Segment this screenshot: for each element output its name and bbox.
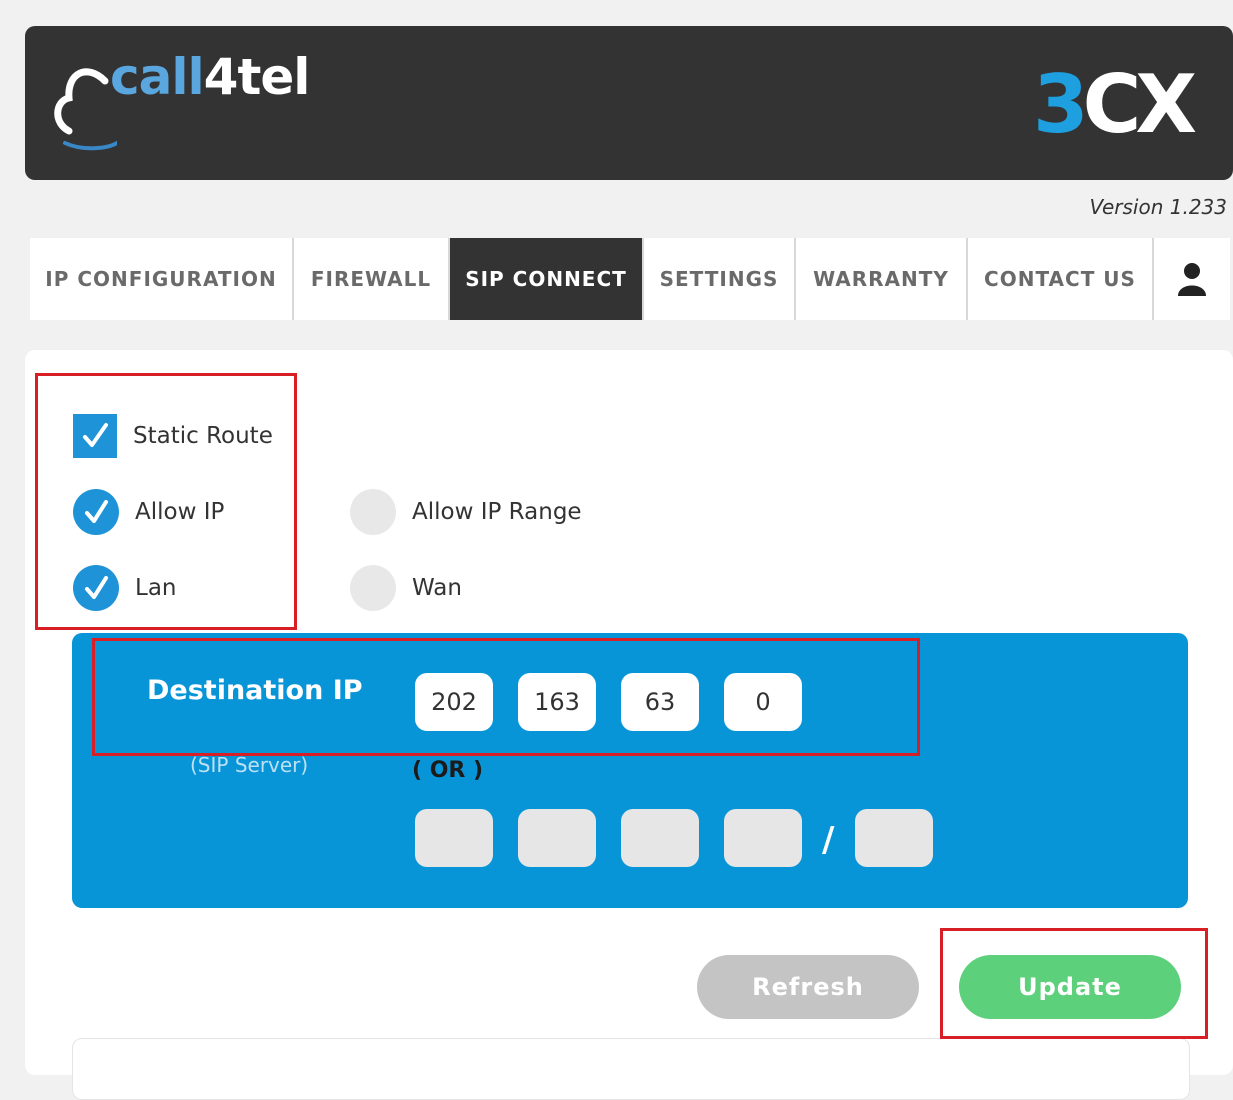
3cx-logo: 3CX xyxy=(1032,58,1197,151)
version-label: Version 1.233 xyxy=(1089,195,1227,219)
or-separator: ( OR ) xyxy=(412,758,484,783)
call4tel-logo xyxy=(47,48,117,158)
destination-ip-subtitle: (SIP Server) xyxy=(190,753,309,777)
range-octet-4-input[interactable] xyxy=(724,809,802,867)
cloud-swoosh-icon xyxy=(54,68,117,151)
main-nav-tabs: IP CONFIGURATION FIREWALL SIP CONNECT SE… xyxy=(30,238,1230,320)
cidr-slash: / xyxy=(822,820,835,860)
range-octet-2-input[interactable] xyxy=(518,809,596,867)
user-menu-button[interactable] xyxy=(1154,238,1230,320)
wan-label: Wan xyxy=(412,575,462,601)
tab-sip-connect[interactable]: SIP CONNECT xyxy=(450,238,644,320)
tab-firewall[interactable]: FIREWALL xyxy=(294,238,450,320)
wan-radio[interactable] xyxy=(350,565,396,611)
results-card xyxy=(72,1038,1190,1100)
allow-ip-range-label: Allow IP Range xyxy=(412,499,582,525)
highlight-destination-box xyxy=(92,638,920,756)
call4tel-wordmark: call4tel xyxy=(110,48,310,106)
allow-ip-range-option[interactable]: Allow IP Range xyxy=(350,489,582,535)
tab-ip-configuration[interactable]: IP CONFIGURATION xyxy=(30,238,294,320)
user-icon xyxy=(1178,263,1206,296)
subnet-mask-input[interactable] xyxy=(855,809,933,867)
tab-contact-us[interactable]: CONTACT US xyxy=(968,238,1154,320)
tab-settings[interactable]: SETTINGS xyxy=(644,238,796,320)
tab-warranty[interactable]: WARRANTY xyxy=(796,238,968,320)
wan-option[interactable]: Wan xyxy=(350,565,462,611)
range-octet-3-input[interactable] xyxy=(621,809,699,867)
refresh-button[interactable]: Refresh xyxy=(697,955,919,1019)
allow-ip-range-radio[interactable] xyxy=(350,489,396,535)
app-header: call4tel 3CX xyxy=(25,26,1233,180)
highlight-update-box xyxy=(940,928,1208,1039)
range-octet-1-input[interactable] xyxy=(415,809,493,867)
highlight-options-box xyxy=(35,373,297,630)
